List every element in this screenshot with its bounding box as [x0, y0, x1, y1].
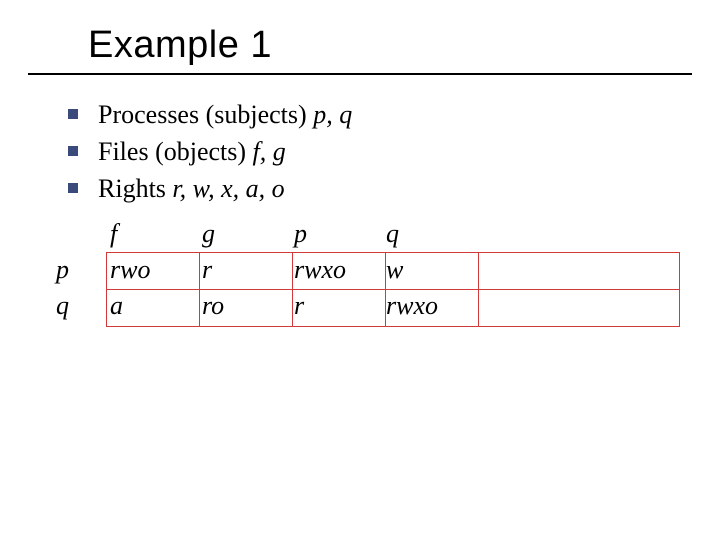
matrix-cell: ro	[198, 288, 290, 324]
col-header: p	[290, 216, 382, 252]
matrix-cell: rwxo	[382, 288, 474, 324]
matrix-cell: r	[198, 252, 290, 288]
bullet-icon	[68, 183, 78, 193]
bullet-icon	[68, 146, 78, 156]
bullet-prefix: Rights	[98, 174, 172, 203]
bullet-item: Rights r, w, x, a, o	[68, 171, 692, 206]
slide-title: Example 1	[88, 24, 692, 67]
bullet-prefix: Processes (subjects)	[98, 100, 313, 129]
row-labels: . p q	[56, 216, 69, 324]
bullet-text: Rights r, w, x, a, o	[98, 171, 285, 206]
matrix-cell: rwo	[106, 252, 198, 288]
col-header: g	[198, 216, 290, 252]
title-rule	[28, 73, 692, 75]
matrix-cell: rwxo	[290, 252, 382, 288]
bullet-item: Files (objects) f, g	[68, 134, 692, 169]
bullet-item: Processes (subjects) p, q	[68, 97, 692, 132]
row-label: p	[56, 252, 69, 288]
row-label: q	[56, 288, 69, 324]
bullet-list: Processes (subjects) p, q Files (objects…	[28, 97, 692, 206]
bullet-italic: f, g	[253, 137, 286, 166]
col-header: q	[382, 216, 474, 252]
matrix-data-row: a ro r rwxo	[106, 288, 692, 324]
matrix-cell: a	[106, 288, 198, 324]
bullet-italic: r, w, x, a, o	[172, 174, 284, 203]
bullet-text: Processes (subjects) p, q	[98, 97, 352, 132]
slide: Example 1 Processes (subjects) p, q File…	[0, 0, 720, 540]
matrix-data-row: rwo r rwxo w	[106, 252, 692, 288]
bullet-prefix: Files (objects)	[98, 137, 253, 166]
access-matrix: . p q f g p q rwo r rwxo w a ro r rwxo	[28, 216, 692, 324]
matrix-cell: w	[382, 252, 474, 288]
bullet-italic: p, q	[313, 100, 352, 129]
matrix-header-row: f g p q	[106, 216, 692, 252]
matrix-grid: f g p q rwo r rwxo w a ro r rwxo	[106, 216, 692, 324]
col-header: f	[106, 216, 198, 252]
bullet-icon	[68, 109, 78, 119]
bullet-text: Files (objects) f, g	[98, 134, 286, 169]
matrix-cell: r	[290, 288, 382, 324]
